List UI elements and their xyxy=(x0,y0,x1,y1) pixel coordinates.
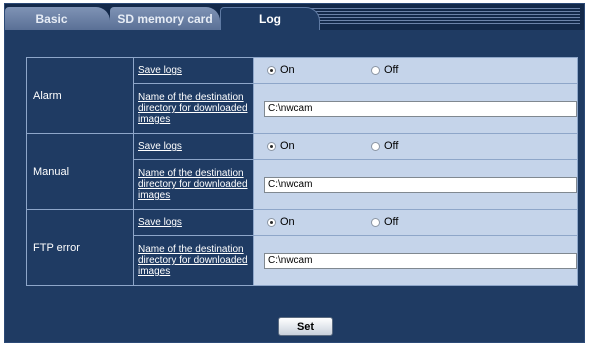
settings-window: Basic SD memory card Log Alarm Save logs… xyxy=(4,3,585,343)
ftp-error-save-logs-row: FTP error Save logs On Off xyxy=(26,209,578,286)
alarm-save-logs-on-radio[interactable]: On xyxy=(267,64,295,76)
group-label-manual: Manual xyxy=(26,133,134,210)
radio-unselected-icon xyxy=(371,141,380,151)
save-logs-label: Save logs xyxy=(133,133,254,160)
alarm-save-logs-row: Alarm Save logs On Off xyxy=(26,57,578,134)
ftp-error-save-logs-radio-group: On Off xyxy=(254,210,577,235)
manual-save-logs-on-radio[interactable]: On xyxy=(267,140,295,152)
manual-directory-input[interactable] xyxy=(264,176,577,193)
group-label-ftp-error: FTP error xyxy=(26,209,134,286)
radio-selected-icon xyxy=(267,217,276,227)
radio-selected-icon xyxy=(267,141,276,151)
alarm-directory-input[interactable] xyxy=(264,100,577,117)
tab-basic[interactable]: Basic xyxy=(5,7,110,30)
ftp-error-save-logs-off-radio[interactable]: Off xyxy=(371,216,398,228)
radio-unselected-icon xyxy=(371,65,380,75)
radio-selected-icon xyxy=(267,65,276,75)
manual-save-logs-radio-group: On Off xyxy=(254,134,577,159)
alarm-save-logs-off-radio[interactable]: Off xyxy=(371,64,398,76)
destination-directory-label: Name of the destination directory for do… xyxy=(133,83,254,134)
destination-directory-label: Name of the destination directory for do… xyxy=(133,235,254,286)
tab-sd-memory-card[interactable]: SD memory card xyxy=(110,7,220,30)
log-settings-table: Alarm Save logs On Off Name of the desti… xyxy=(26,57,578,286)
manual-save-logs-off-radio[interactable]: Off xyxy=(371,140,398,152)
manual-save-logs-row: Manual Save logs On Off xyxy=(26,133,578,210)
destination-directory-label: Name of the destination directory for do… xyxy=(133,159,254,210)
tab-bar: Basic SD memory card Log xyxy=(5,4,584,30)
save-logs-label: Save logs xyxy=(133,57,254,84)
group-label-alarm: Alarm xyxy=(26,57,134,134)
ftp-error-save-logs-on-radio[interactable]: On xyxy=(267,216,295,228)
save-logs-label: Save logs xyxy=(133,209,254,236)
radio-unselected-icon xyxy=(371,217,380,227)
set-button[interactable]: Set xyxy=(278,317,333,336)
tab-bar-decoration xyxy=(310,8,580,26)
ftp-error-directory-input[interactable] xyxy=(264,252,577,269)
alarm-save-logs-radio-group: On Off xyxy=(254,58,577,83)
tab-log[interactable]: Log xyxy=(220,7,320,30)
